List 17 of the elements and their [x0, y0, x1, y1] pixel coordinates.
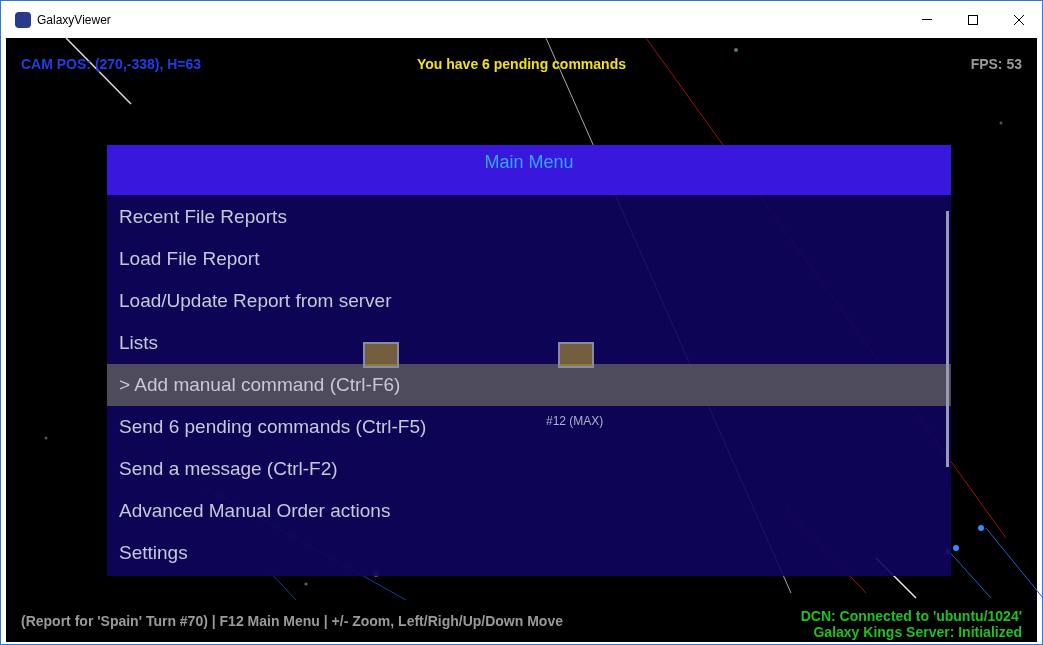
menu-title: Main Menu	[484, 151, 574, 174]
menu-item[interactable]: Send a message (Ctrl-F2)	[107, 448, 951, 490]
map-label: #12 (MAX)	[546, 413, 604, 430]
menu-item[interactable]: > Add manual command (Ctrl-F6)	[107, 364, 951, 406]
fps-counter: FPS: 53	[969, 55, 1022, 74]
pending-commands: You have 6 pending commands	[417, 55, 626, 74]
menu-item[interactable]: Lists	[107, 322, 951, 364]
menu-item[interactable]: Recent File Reports	[107, 196, 951, 238]
menu-item[interactable]: Load/Update Report from server	[107, 280, 951, 322]
menu-item[interactable]: Settings	[107, 532, 951, 574]
menu-item[interactable]: Advanced Manual Order actions	[107, 490, 951, 532]
connection-status: DCN: Connected to 'ubuntu/1024'	[800, 608, 1022, 624]
camera-position: CAM POS: (270,-338), H=63	[21, 55, 203, 74]
menu-item[interactable]: Load File Report	[107, 238, 951, 280]
server-status: Galaxy Kings Server: Initialized	[813, 624, 1022, 640]
window-title: GalaxyViewer	[37, 11, 111, 29]
help-text: (Report for 'Spain' Turn #70) | F12 Main Menu | +/- Zoom, Left/Righ/Up/Down Move	[21, 612, 563, 631]
